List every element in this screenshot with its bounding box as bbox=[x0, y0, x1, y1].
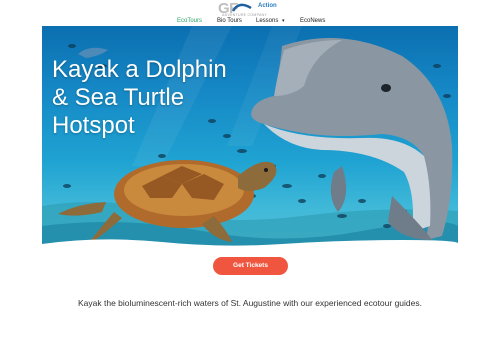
tour-description: Kayak the bioluminescent-rich waters of … bbox=[78, 298, 422, 308]
dolphin-illustration bbox=[251, 38, 453, 240]
hero-title: Kayak a Dolphin & Sea Turtle Hotspot bbox=[52, 56, 272, 140]
site-header: GF Action ADVENTURE COMPANY EcoTours Bio… bbox=[0, 0, 500, 28]
chevron-down-icon: ▾ bbox=[282, 18, 285, 24]
hero-title-line: Hotspot bbox=[52, 112, 135, 139]
main-nav: EcoTours Bio Tours Lessons ▾ EcoNews bbox=[0, 17, 500, 27]
get-tickets-button[interactable]: Get Tickets bbox=[213, 257, 288, 275]
nav-item-bio-tours[interactable]: Bio Tours bbox=[217, 17, 242, 26]
site-logo[interactable]: GF Action ADVENTURE COMPANY bbox=[218, 0, 278, 18]
hero-title-line: & Sea Turtle bbox=[52, 84, 185, 111]
logo-wave-icon bbox=[232, 3, 252, 12]
hero-title-line: Kayak a Dolphin bbox=[52, 56, 227, 83]
nav-item-econews[interactable]: EcoNews bbox=[300, 17, 325, 26]
logo-name: Action bbox=[258, 3, 277, 9]
nav-item-lessons[interactable]: Lessons ▾ bbox=[256, 17, 285, 26]
hero-banner: Kayak a Dolphin & Sea Turtle Hotspot bbox=[42, 26, 458, 252]
nav-item-lessons-label: Lessons bbox=[256, 18, 279, 24]
nav-item-ecotours[interactable]: EcoTours bbox=[177, 17, 203, 27]
